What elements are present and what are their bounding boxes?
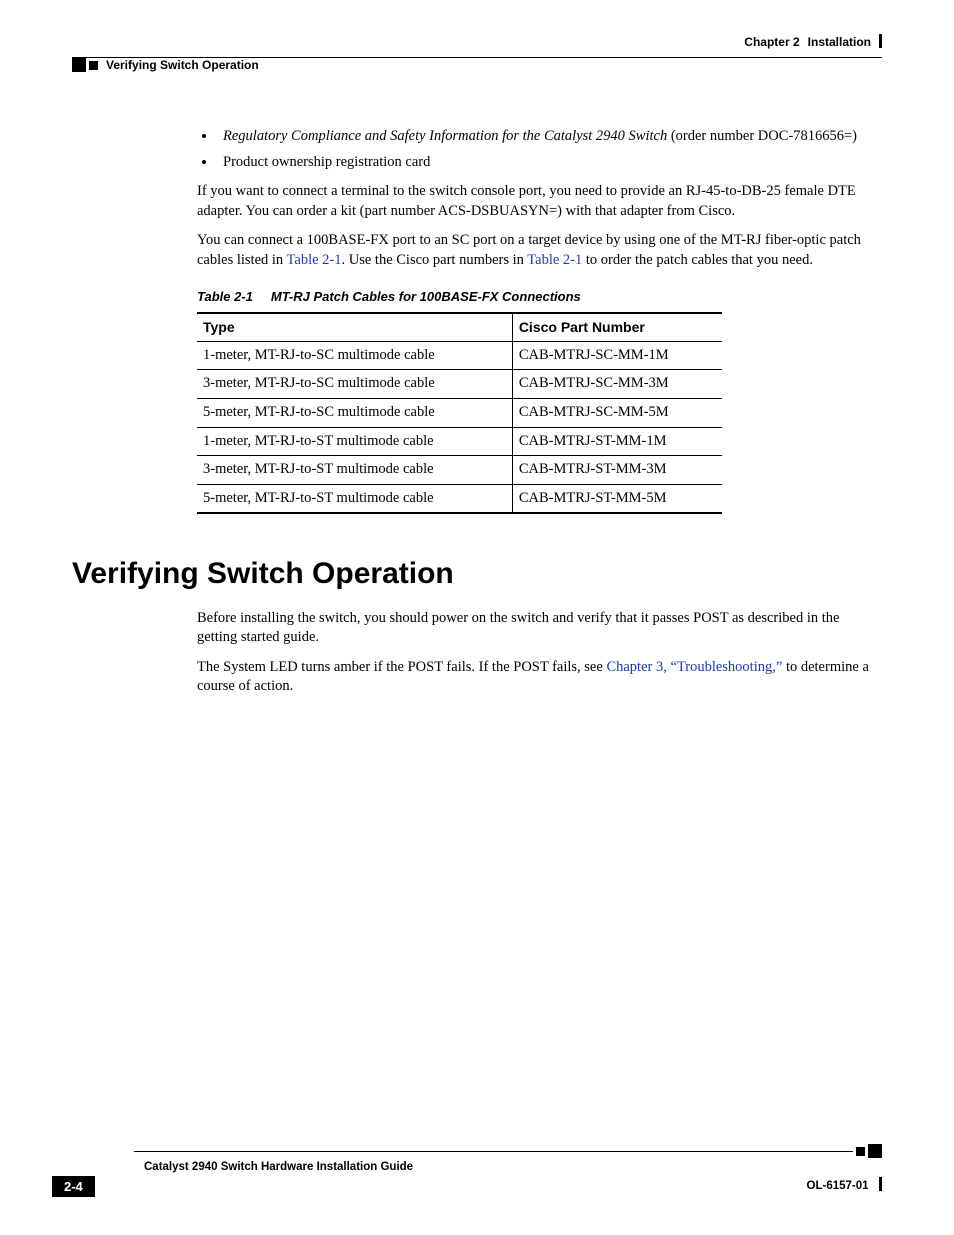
table-cell: CAB-MTRJ-ST-MM-5M [512,484,722,513]
footer-row: 2-4 OL-6157-01 [72,1176,882,1197]
chapter-label: Chapter 2 [744,35,799,49]
page-footer: Catalyst 2940 Switch Hardware Installati… [0,1144,954,1197]
text-run: . Use the Cisco part numbers in [342,252,528,268]
table-row: 3-meter, MT-RJ-to-SC multimode cable CAB… [197,370,722,399]
table-caption: Table 2-1 MT-RJ Patch Cables for 100BASE-… [197,288,882,306]
table-row: 5-meter, MT-RJ-to-SC multimode cable CAB… [197,398,722,427]
body-content: Regulatory Compliance and Safety Informa… [72,127,882,697]
table-cell: CAB-MTRJ-SC-MM-1M [512,341,722,370]
table-cell: 5-meter, MT-RJ-to-SC multimode cable [197,398,512,427]
text-run: to order the patch cables that you need. [582,252,813,268]
running-section-title: Verifying Switch Operation [106,58,259,72]
paragraph: If you want to connect a terminal to the… [197,182,882,221]
footer-rule [134,1151,853,1152]
cross-reference-link[interactable]: Table 2-1 [287,252,342,268]
section-heading: Verifying Switch Operation [72,554,882,595]
cross-reference-link[interactable]: Chapter 3, “Troubleshooting,” [606,659,782,675]
text-run: The System LED turns amber if the POST f… [197,659,606,675]
list-item-plain: Product ownership registration card [223,154,430,170]
table-cell: 1-meter, MT-RJ-to-SC multimode cable [197,341,512,370]
list-item-italic: Regulatory Compliance and Safety Informa… [223,128,667,144]
table-cell: CAB-MTRJ-ST-MM-1M [512,427,722,456]
table-header-cell: Type [197,313,512,341]
running-header-right: Chapter 2 Installation [72,35,882,49]
page-number-badge: 2-4 [52,1176,95,1197]
page: Chapter 2 Installation Verifying Switch … [0,0,954,1235]
table-cell: 5-meter, MT-RJ-to-ST multimode cable [197,484,512,513]
paragraph: You can connect a 100BASE-FX port to an … [197,231,882,270]
footer-docnum-wrap: OL-6157-01 [807,1176,882,1194]
header-marker-icon [72,58,98,72]
table-cell: CAB-MTRJ-SC-MM-3M [512,370,722,399]
bullet-list: Regulatory Compliance and Safety Informa… [197,127,882,172]
table-row: 1-meter, MT-RJ-to-SC multimode cable CAB… [197,341,722,370]
list-item: Regulatory Compliance and Safety Informa… [217,127,882,147]
table-cell: CAB-MTRJ-ST-MM-3M [512,456,722,485]
table-row: 3-meter, MT-RJ-to-ST multimode cable CAB… [197,456,722,485]
table-cell: CAB-MTRJ-SC-MM-5M [512,398,722,427]
list-item-plain: (order number DOC-7816656=) [671,128,857,144]
header-bar-icon [879,34,882,48]
paragraph: Before installing the switch, you should… [197,609,882,648]
table-header-row: Type Cisco Part Number [197,313,722,341]
footer-bar-icon [879,1177,882,1191]
table-row: 5-meter, MT-RJ-to-ST multimode cable CAB… [197,484,722,513]
table-cell: 3-meter, MT-RJ-to-SC multimode cable [197,370,512,399]
paragraph: The System LED turns amber if the POST f… [197,658,882,697]
table-title: MT-RJ Patch Cables for 100BASE-FX Connec… [271,289,581,304]
list-item: Product ownership registration card [217,153,882,173]
running-header-left: Verifying Switch Operation [72,58,882,72]
chapter-title: Installation [808,35,871,49]
document-number: OL-6157-01 [807,1180,869,1192]
footer-rule-wrap [134,1144,882,1158]
table-cell: 1-meter, MT-RJ-to-ST multimode cable [197,427,512,456]
table-number: Table 2-1 [197,289,253,304]
table-cell: 3-meter, MT-RJ-to-ST multimode cable [197,456,512,485]
cross-reference-link[interactable]: Table 2-1 [527,252,582,268]
data-table: Type Cisco Part Number 1-meter, MT-RJ-to… [197,312,722,514]
footer-marker-icon [853,1144,882,1158]
table-row: 1-meter, MT-RJ-to-ST multimode cable CAB… [197,427,722,456]
footer-book-title: Catalyst 2940 Switch Hardware Installati… [144,1161,882,1173]
table-header-cell: Cisco Part Number [512,313,722,341]
